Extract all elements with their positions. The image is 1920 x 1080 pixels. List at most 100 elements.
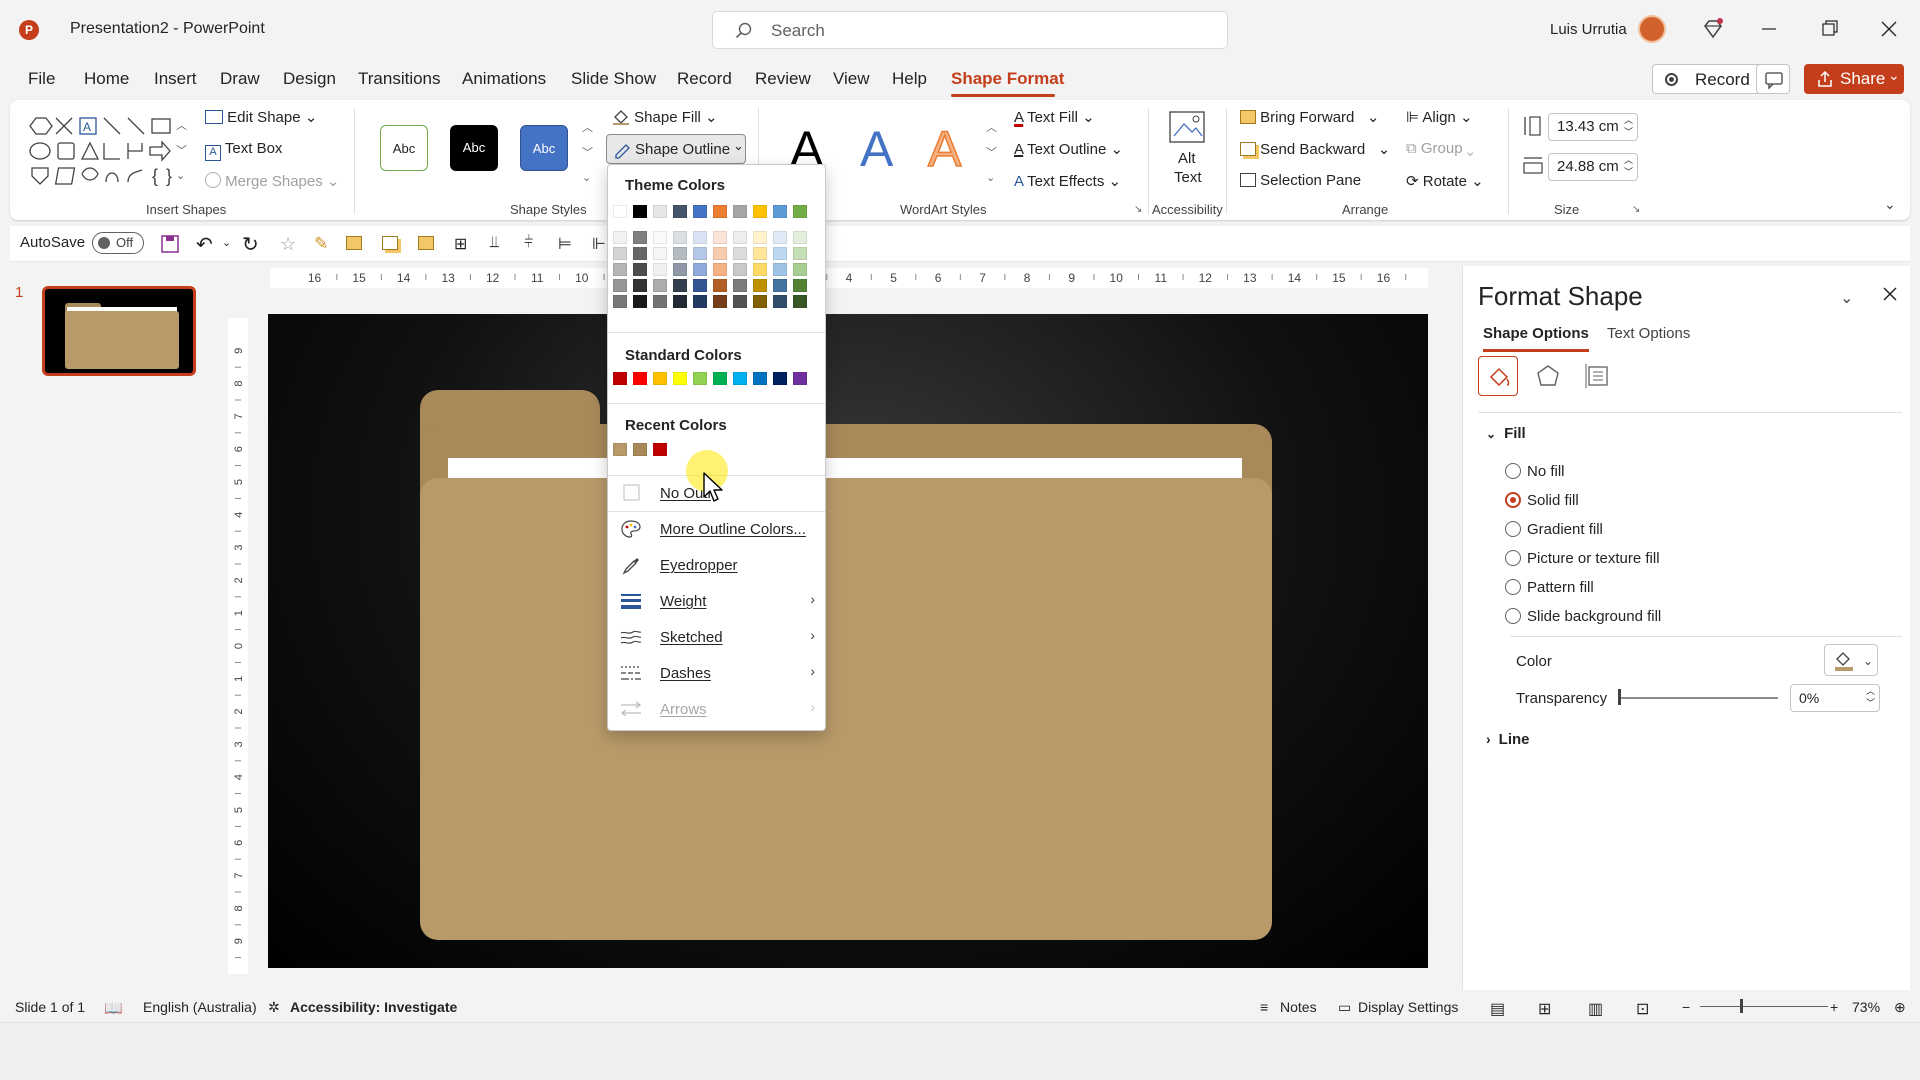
- color-swatch[interactable]: [713, 247, 727, 260]
- color-swatch[interactable]: [693, 263, 707, 276]
- tab-draw[interactable]: Draw: [220, 69, 260, 89]
- chevron-down-icon[interactable]: ⌄: [1888, 67, 1900, 84]
- color-swatch[interactable]: [773, 263, 787, 276]
- color-swatch[interactable]: [653, 443, 667, 456]
- shape-style-swatch[interactable]: Abc: [450, 125, 498, 171]
- color-swatch[interactable]: [613, 231, 627, 244]
- color-swatch[interactable]: [633, 205, 647, 218]
- avatar[interactable]: [1638, 15, 1666, 43]
- text-outline-button[interactable]: A Text Outline ⌄: [1014, 140, 1123, 158]
- wordart-style-orange[interactable]: A: [927, 120, 962, 178]
- tab-view[interactable]: View: [833, 69, 870, 89]
- radio-button[interactable]: [1505, 550, 1521, 566]
- align-left-icon[interactable]: ⊨: [558, 234, 572, 254]
- color-swatch[interactable]: [793, 263, 807, 276]
- alt-text-button[interactable]: [1168, 110, 1208, 146]
- color-swatch[interactable]: [793, 247, 807, 260]
- dialog-launcher-icon[interactable]: ↘: [1632, 204, 1640, 215]
- spelling-icon[interactable]: 📖: [104, 999, 123, 1017]
- wordart-scroll[interactable]: ︿ ﹀ ⌄: [986, 116, 997, 191]
- color-swatch[interactable]: [753, 295, 767, 308]
- dashes-item[interactable]: Dashes ›: [620, 659, 815, 687]
- color-swatch[interactable]: [753, 279, 767, 292]
- shape-style-swatch[interactable]: Abc: [520, 125, 568, 171]
- more-outline-colors-item[interactable]: More Outline Colors...: [620, 515, 815, 543]
- slideshow-view-icon[interactable]: ⊡: [1636, 999, 1649, 1019]
- color-swatch[interactable]: [693, 231, 707, 244]
- undo-icon[interactable]: ↶: [196, 232, 213, 257]
- shape-outline-button[interactable]: Shape Outline ⌄: [606, 134, 746, 164]
- search-box[interactable]: Search: [712, 11, 1228, 49]
- share-button[interactable]: Share ⌄: [1804, 64, 1904, 94]
- align-center-icon[interactable]: ⫫: [490, 234, 499, 252]
- chevron-down-icon[interactable]: ⌄: [222, 236, 231, 249]
- display-settings-icon[interactable]: ▭: [1338, 999, 1351, 1016]
- color-swatch[interactable]: [633, 372, 647, 385]
- display-settings-button[interactable]: Display Settings: [1358, 999, 1458, 1015]
- zoom-slider[interactable]: [1700, 1006, 1828, 1007]
- minimize-icon[interactable]: [1760, 15, 1778, 43]
- zoom-out-icon[interactable]: −: [1682, 999, 1690, 1015]
- accessibility-icon[interactable]: ✲: [268, 999, 280, 1016]
- color-swatch[interactable]: [653, 263, 667, 276]
- tab-animations[interactable]: Animations: [462, 69, 546, 89]
- transparency-slider[interactable]: [1618, 697, 1778, 699]
- color-swatch[interactable]: [753, 247, 767, 260]
- color-swatch[interactable]: [733, 263, 747, 276]
- align-right-icon[interactable]: ⊩: [592, 234, 606, 254]
- fit-to-window-icon[interactable]: ⊕: [1894, 999, 1906, 1016]
- color-swatch[interactable]: [613, 205, 627, 218]
- color-swatch[interactable]: [673, 231, 687, 244]
- color-swatch[interactable]: [633, 247, 647, 260]
- color-swatch[interactable]: [613, 247, 627, 260]
- align-button[interactable]: ⊫ Align ⌄: [1406, 108, 1473, 126]
- tab-slide-show[interactable]: Slide Show: [571, 69, 656, 89]
- color-swatch[interactable]: [733, 279, 747, 292]
- color-swatch[interactable]: [713, 231, 727, 244]
- color-swatch[interactable]: [653, 205, 667, 218]
- accessibility-status[interactable]: Accessibility: Investigate: [290, 999, 457, 1015]
- align-middle-icon[interactable]: ⫩: [524, 234, 533, 252]
- color-swatch[interactable]: [773, 372, 787, 385]
- comments-button[interactable]: [1756, 64, 1790, 94]
- color-swatch[interactable]: [693, 295, 707, 308]
- standard-colors-row[interactable]: [608, 370, 827, 388]
- chevron-down-icon[interactable]: ⌄: [1840, 288, 1853, 308]
- close-icon[interactable]: [1878, 15, 1900, 43]
- color-swatch[interactable]: [673, 263, 687, 276]
- styles-scroll[interactable]: ︿ ﹀ ⌄: [582, 116, 593, 191]
- color-swatch[interactable]: [793, 295, 807, 308]
- weight-item[interactable]: Weight ›: [620, 587, 815, 615]
- radio-button[interactable]: [1505, 463, 1521, 479]
- color-swatch[interactable]: [653, 231, 667, 244]
- color-swatch[interactable]: [713, 205, 727, 218]
- language-status[interactable]: English (Australia): [143, 999, 257, 1015]
- fill-section-header[interactable]: ⌄ Fill: [1486, 425, 1526, 442]
- star-icon[interactable]: ☆: [280, 234, 296, 255]
- zoom-level[interactable]: 73%: [1852, 999, 1880, 1015]
- slide-canvas[interactable]: [268, 314, 1428, 968]
- close-pane-icon[interactable]: [1882, 286, 1898, 302]
- tab-design[interactable]: Design: [283, 69, 336, 89]
- zoom-slider-thumb[interactable]: [1740, 999, 1743, 1013]
- tab-review[interactable]: Review: [755, 69, 811, 89]
- color-swatch[interactable]: [793, 279, 807, 292]
- color-swatch[interactable]: [693, 372, 707, 385]
- save-icon[interactable]: [160, 234, 180, 254]
- color-swatch[interactable]: [733, 205, 747, 218]
- send-backward-icon[interactable]: [382, 236, 398, 250]
- color-swatch[interactable]: [673, 372, 687, 385]
- radio-button[interactable]: [1505, 521, 1521, 537]
- folder-front[interactable]: [420, 478, 1272, 940]
- color-swatch[interactable]: [653, 372, 667, 385]
- color-swatch[interactable]: [713, 279, 727, 292]
- color-swatch[interactable]: [753, 205, 767, 218]
- dialog-launcher-icon[interactable]: ↘: [1134, 204, 1142, 215]
- color-swatch[interactable]: [633, 279, 647, 292]
- color-swatch[interactable]: [613, 372, 627, 385]
- color-swatch[interactable]: [713, 295, 727, 308]
- notes-icon[interactable]: ≡: [1260, 999, 1268, 1015]
- autosave-toggle[interactable]: Off: [92, 232, 144, 254]
- color-swatch[interactable]: [633, 295, 647, 308]
- color-swatch[interactable]: [733, 231, 747, 244]
